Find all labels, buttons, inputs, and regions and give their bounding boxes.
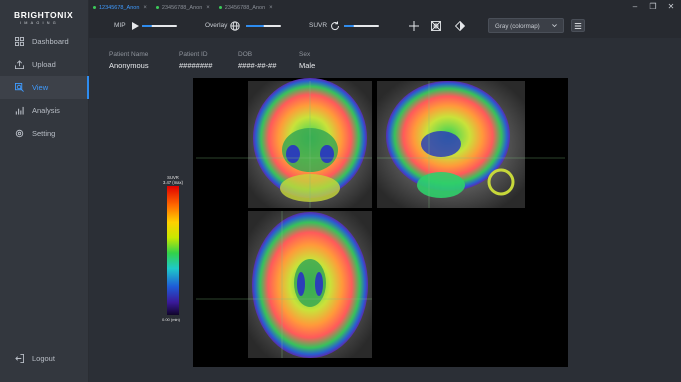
slider-fill xyxy=(142,25,152,27)
brand-subtitle: IMAGING xyxy=(20,21,59,25)
patient-name: Patient Name Anonymous xyxy=(109,51,149,70)
suvr-colorbar: SUVR 3.47 (max) 0.00 (min) xyxy=(161,175,185,322)
axial-view[interactable] xyxy=(196,211,372,358)
brand-logo: BRIGHTONIX IMAGING xyxy=(14,10,78,32)
view-icon xyxy=(15,83,24,92)
window-controls: – ❐ ✕ xyxy=(631,2,675,12)
sidebar-item-analysis[interactable]: Analysis xyxy=(0,99,89,122)
tab-study-3[interactable]: 23456788_Anon × xyxy=(215,0,278,15)
refresh-icon[interactable] xyxy=(330,21,340,31)
patient-id: Patient ID ######## xyxy=(179,51,212,70)
dob-label: DOB xyxy=(238,51,253,58)
gear-icon xyxy=(15,129,24,138)
upload-icon xyxy=(15,60,24,69)
sidebar-item-upload[interactable]: Upload xyxy=(0,53,89,76)
crosshair-icon[interactable] xyxy=(409,21,419,31)
patient-dob: DOB ####-##-## xyxy=(238,51,276,70)
sagittal-view[interactable] xyxy=(377,81,565,208)
contrast-icon[interactable] xyxy=(455,21,465,31)
chevron-down-icon xyxy=(552,24,557,28)
sex-label: Sex xyxy=(299,51,311,58)
colormap-select[interactable]: Gray (colormap) xyxy=(488,18,564,33)
coronal-view[interactable] xyxy=(196,78,372,208)
sidebar-item-setting[interactable]: Setting xyxy=(0,122,89,145)
main-content: Patient Name Anonymous Patient ID ######… xyxy=(89,38,681,382)
image-viewer[interactable]: SUVR 3.47 (max) 0.00 (min) xyxy=(162,78,568,367)
tab-study-1[interactable]: 12345678_Anon × xyxy=(89,0,152,15)
menu-button[interactable] xyxy=(571,19,585,32)
toolbar: MIP Overlay SUVR Gray (colormap) xyxy=(89,17,681,36)
patient-id-value: ######## xyxy=(179,61,213,70)
patient-name-label: Patient Name xyxy=(109,51,149,58)
tab-study-2[interactable]: 23456788_Anon × xyxy=(152,0,215,15)
overlay-slider[interactable] xyxy=(246,25,281,27)
study-tabs: 12345678_Anon × 23456788_Anon × 23456788… xyxy=(89,0,278,15)
sidebar-nav: Dashboard Upload View Analysis Setting xyxy=(0,30,89,145)
status-dot xyxy=(93,6,96,9)
suvr-label: SUVR xyxy=(309,22,328,29)
patient-name-value: Anonymous xyxy=(109,61,149,70)
pet-scan-views xyxy=(196,78,565,358)
app-window: BRIGHTONIX IMAGING Dashboard Upload View… xyxy=(0,0,681,382)
close-icon[interactable]: × xyxy=(206,5,210,11)
tab-label: 12345678_Anon xyxy=(99,4,140,11)
patient-sex: Sex Male xyxy=(299,51,315,70)
tab-label: 23456788_Anon xyxy=(224,4,266,11)
mip-slider[interactable] xyxy=(142,25,177,27)
sidebar-item-view[interactable]: View xyxy=(0,76,89,99)
colorbar-min-label: 0.00 (min) xyxy=(161,317,180,322)
grid-icon xyxy=(15,37,24,46)
sidebar-item-label: View xyxy=(32,83,49,92)
logout-label: Logout xyxy=(32,354,55,363)
bar-chart-icon xyxy=(15,106,24,115)
tab-label: 23456788_Anon xyxy=(161,4,203,11)
sidebar-item-label: Upload xyxy=(32,60,56,69)
colorbar-max-label: 3.47 (max) xyxy=(162,180,183,185)
sidebar-item-label: Analysis xyxy=(32,106,60,115)
sidebar-item-dashboard[interactable]: Dashboard xyxy=(0,30,89,53)
close-icon[interactable]: × xyxy=(143,5,147,11)
sidebar: BRIGHTONIX IMAGING Dashboard Upload View… xyxy=(0,0,89,382)
logout-icon xyxy=(15,354,24,363)
colorbar-gradient xyxy=(167,186,179,315)
sidebar-item-label: Dashboard xyxy=(32,37,69,46)
status-dot xyxy=(155,6,159,9)
colormap-value: Gray (colormap) xyxy=(495,23,540,30)
top-bar: 12345678_Anon × 23456788_Anon × 23456788… xyxy=(89,0,681,38)
dob-value: ####-##-## xyxy=(238,61,277,70)
mip-label: MIP xyxy=(114,22,126,29)
hamburger-icon xyxy=(574,23,582,29)
slider-fill xyxy=(246,25,264,27)
sidebar-item-label: Setting xyxy=(32,129,56,138)
minimize-icon[interactable]: – xyxy=(631,2,639,12)
suvr-slider[interactable] xyxy=(344,25,379,27)
status-dot xyxy=(218,6,222,9)
close-icon[interactable]: × xyxy=(269,5,273,11)
play-icon[interactable] xyxy=(130,21,140,31)
patient-id-label: Patient ID xyxy=(179,51,208,58)
logout-button[interactable]: Logout xyxy=(15,354,55,363)
fit-screen-icon[interactable] xyxy=(431,21,441,31)
brand-name: BRIGHTONIX xyxy=(14,10,74,20)
restore-icon[interactable]: ❐ xyxy=(649,2,657,12)
globe-icon[interactable] xyxy=(230,21,240,31)
close-window-icon[interactable]: ✕ xyxy=(667,2,675,12)
sex-value: Male xyxy=(299,61,316,70)
overlay-label: Overlay xyxy=(205,22,228,29)
slider-fill xyxy=(344,25,354,27)
